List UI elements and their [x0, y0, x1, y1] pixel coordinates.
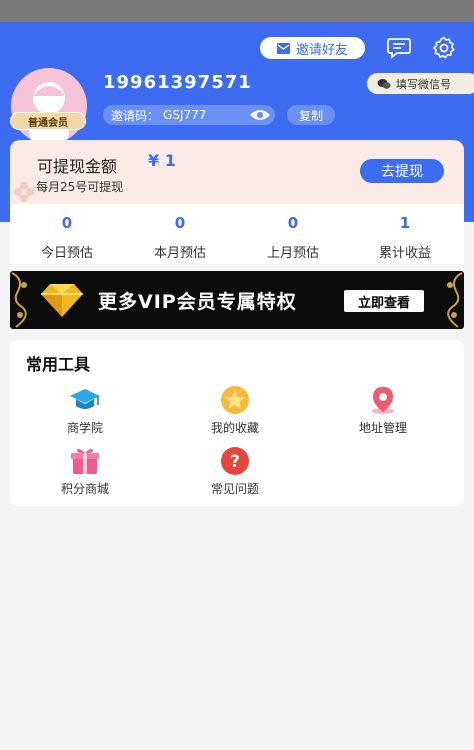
svg-text:?: ?	[230, 452, 240, 472]
tool-points-mall[interactable]: 积分商城	[30, 446, 140, 497]
tool-label: 常见问题	[210, 482, 259, 496]
avatar-image	[29, 82, 69, 144]
withdraw-button[interactable]: 去提现	[360, 159, 444, 183]
question-icon: ?	[221, 447, 249, 475]
copy-button[interactable]: 复制	[287, 105, 335, 125]
tool-label: 我的收藏	[210, 421, 259, 435]
flower-decoration-icon	[14, 182, 34, 202]
stat-today[interactable]: 0 今日预估	[12, 214, 122, 261]
tools-title: 常用工具	[26, 355, 91, 374]
invite-code-label: 邀请码：	[111, 108, 160, 123]
ornament-left-icon	[11, 272, 27, 328]
tool-label: 商学院	[66, 421, 103, 435]
invite-code-field: 邀请码： GSJ777	[103, 105, 275, 125]
message-button[interactable]	[386, 35, 412, 61]
stat-this-month[interactable]: 0 本月预估	[125, 214, 235, 261]
stat-label: 今日预估	[40, 246, 93, 261]
ornament-right-icon	[447, 272, 463, 328]
location-pin-icon	[372, 387, 394, 414]
settings-button[interactable]	[431, 35, 457, 61]
withdraw-note: 每月25号可提现	[36, 180, 124, 194]
stat-label: 本月预估	[153, 246, 206, 261]
user-phone: 19961397571	[103, 72, 252, 93]
avatar[interactable]	[11, 68, 87, 144]
mail-icon	[276, 42, 290, 54]
tool-faq[interactable]: ? 常见问题	[180, 446, 290, 497]
fill-wechat-label: 填写微信号	[396, 77, 451, 91]
stat-value: 0	[287, 214, 299, 232]
stat-value: 0	[174, 214, 186, 232]
tool-label: 地址管理	[358, 421, 407, 435]
status-bar	[0, 0, 474, 22]
graduation-cap-icon	[70, 389, 100, 409]
earnings-stats: 0 今日预估 0 本月预估 0 上月预估 1 累计收益	[10, 204, 464, 264]
vip-banner[interactable]: 更多VIP会员专属特权 立即查看	[10, 271, 464, 329]
tools-section: 常用工具 商学院 我的收藏 地址管理 积分商城 ? 常见问题	[10, 340, 464, 506]
fill-wechat-button[interactable]: 填写微信号	[367, 73, 474, 94]
stat-value: 1	[399, 214, 411, 232]
vip-banner-text: 更多VIP会员专属特权	[98, 291, 297, 313]
withdraw-title: 可提现金额	[37, 157, 118, 176]
member-level-badge: 普通会员	[10, 112, 86, 130]
eye-icon[interactable]	[249, 108, 271, 122]
chat-icon	[387, 38, 411, 59]
withdraw-amount: ¥ 1	[148, 151, 176, 170]
invite-code-value: GSJ777	[163, 108, 207, 122]
vip-view-button[interactable]: 立即查看	[344, 290, 424, 312]
diamond-icon	[41, 284, 83, 317]
gift-icon	[71, 449, 99, 474]
stat-value: 0	[61, 214, 73, 232]
star-icon	[221, 386, 249, 414]
stat-total[interactable]: 1 累计收益	[350, 214, 460, 261]
invite-friends-label: 邀请好友	[295, 42, 348, 58]
invite-friends-button[interactable]: 邀请好友	[260, 37, 365, 59]
stat-label: 累计收益	[378, 246, 431, 261]
tool-business-school[interactable]: 商学院	[30, 385, 140, 436]
tool-label: 积分商城	[60, 482, 109, 496]
stat-last-month[interactable]: 0 上月预估	[238, 214, 348, 261]
stat-label: 上月预估	[266, 246, 319, 261]
wechat-icon	[377, 78, 391, 89]
tool-favorites[interactable]: 我的收藏	[180, 385, 290, 436]
tool-address[interactable]: 地址管理	[328, 385, 438, 436]
withdraw-card: 可提现金额 ¥ 1 每月25号可提现 去提现	[10, 140, 464, 204]
gear-icon	[433, 36, 455, 59]
